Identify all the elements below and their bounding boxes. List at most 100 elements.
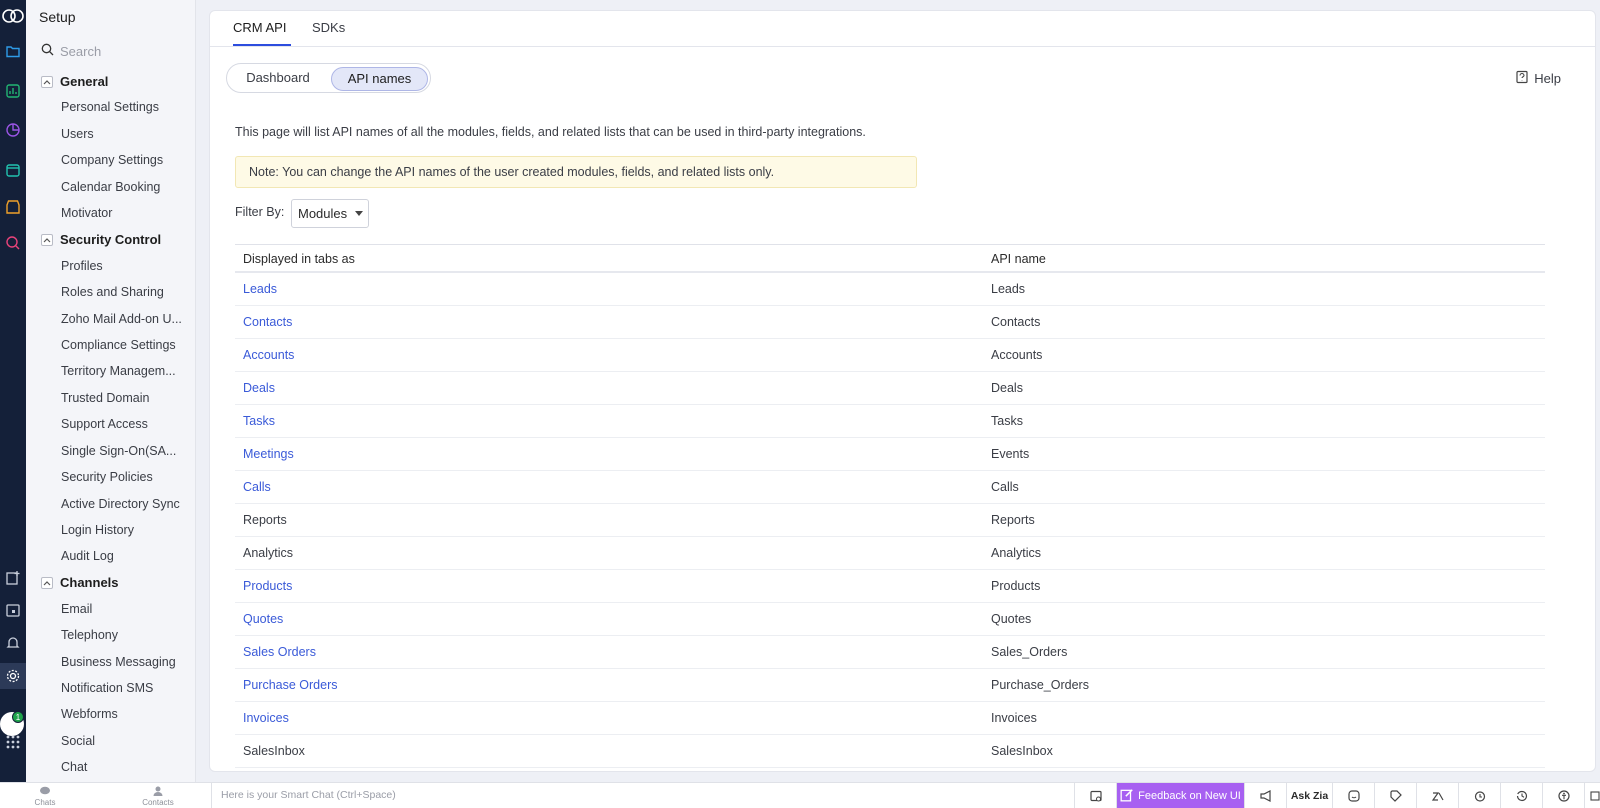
sidebar-group-general[interactable]: General: [41, 74, 108, 89]
sidebar-item-single-sign-on[interactable]: Single Sign-On(SA...: [61, 444, 191, 458]
module-link[interactable]: Accounts: [243, 348, 294, 362]
sidebar-search[interactable]: Search: [41, 43, 101, 59]
bell-icon[interactable]: [3, 633, 23, 653]
app-rail: 1: [0, 0, 26, 782]
sidebar-item-webforms[interactable]: Webforms: [61, 707, 191, 721]
zoho-logo-icon[interactable]: [1, 6, 25, 26]
add-note-icon[interactable]: [3, 568, 23, 588]
api-name-cell: Quotes: [991, 612, 1032, 626]
sidebar-item-business-messaging[interactable]: Business Messaging: [61, 655, 191, 669]
tag-icon[interactable]: [1374, 783, 1416, 808]
settings-gear-icon[interactable]: [0, 663, 26, 689]
sidebar-group-security-control[interactable]: Security Control: [41, 232, 161, 247]
chevron-up-icon: [41, 233, 53, 246]
bottom-calendar-icon[interactable]: [1074, 783, 1116, 808]
contacts-button[interactable]: Contacts: [140, 783, 176, 808]
table-row: Analytics Analytics: [235, 537, 1545, 570]
sidebar-item-email[interactable]: Email: [61, 602, 191, 616]
smart-chat-input[interactable]: Here is your Smart Chat (Ctrl+Space): [211, 783, 1074, 808]
module-link[interactable]: Invoices: [243, 711, 289, 725]
sidebar-item-notification-sms[interactable]: Notification SMS: [61, 681, 191, 695]
ask-zia-button[interactable]: Ask Zia: [1286, 783, 1332, 808]
tab-crm-api[interactable]: CRM API: [233, 20, 286, 35]
history-icon[interactable]: [1500, 783, 1542, 808]
more-icon[interactable]: [1584, 783, 1600, 808]
sidebar-item-territory-management[interactable]: Territory Managem...: [61, 364, 191, 378]
accessibility-icon[interactable]: [1542, 783, 1584, 808]
table-row: Accounts Accounts: [235, 339, 1545, 372]
sidebar-item-compliance-settings[interactable]: Compliance Settings: [61, 338, 191, 352]
chat-bubble-icon: [39, 786, 51, 798]
table-header: Displayed in tabs as API name: [235, 244, 1545, 273]
folder-icon[interactable]: [3, 41, 23, 61]
sidebar-item-users[interactable]: Users: [61, 127, 191, 141]
sidebar-item-social[interactable]: Social: [61, 734, 191, 748]
sidebar-item-login-history[interactable]: Login History: [61, 523, 191, 537]
chevron-up-icon: [41, 576, 53, 589]
sidebar-item-company-settings[interactable]: Company Settings: [61, 153, 191, 167]
module-link[interactable]: Sales Orders: [243, 645, 316, 659]
module-name: SalesInbox: [243, 744, 305, 758]
module-link[interactable]: Purchase Orders: [243, 678, 337, 692]
help-button[interactable]: Help: [1515, 70, 1561, 87]
table-row: Calls Calls: [235, 471, 1545, 504]
main-panel: CRM API SDKs Dashboard API names Help Th…: [209, 10, 1596, 772]
announcement-megaphone-icon[interactable]: [1244, 783, 1286, 808]
module-link[interactable]: Deals: [243, 381, 275, 395]
bottom-toolbar: Feedback on New UI Ask Zia: [1074, 783, 1600, 808]
module-link[interactable]: Contacts: [243, 315, 292, 329]
tab-sdks[interactable]: SDKs: [312, 20, 345, 35]
chevron-up-icon: [41, 75, 53, 88]
feedback-button[interactable]: Feedback on New UI: [1116, 783, 1244, 808]
reports-icon[interactable]: [3, 81, 23, 101]
sidebar-item-chat[interactable]: Chat: [61, 760, 191, 774]
apps-grid-icon[interactable]: [3, 732, 23, 752]
dashboard-toggle-button[interactable]: Dashboard: [231, 67, 325, 91]
zia-logo-icon[interactable]: [1416, 783, 1458, 808]
sidebar-item-motivator[interactable]: Motivator: [61, 206, 191, 220]
module-link[interactable]: Leads: [243, 282, 277, 296]
column-header-display: Displayed in tabs as: [243, 252, 355, 266]
info-note: Note: You can change the API names of th…: [235, 156, 917, 188]
sidebar-item-audit-log[interactable]: Audit Log: [61, 549, 191, 563]
store-icon[interactable]: [3, 197, 23, 217]
module-link[interactable]: Calls: [243, 480, 271, 494]
module-link[interactable]: Meetings: [243, 447, 294, 461]
tab-bar: CRM API SDKs: [210, 11, 1595, 47]
setup-sidebar: Setup Search General Personal Settings U…: [26, 0, 196, 782]
sidebar-item-personal-settings[interactable]: Personal Settings: [61, 100, 191, 114]
zia-bot-icon[interactable]: [1332, 783, 1374, 808]
table-row: Contacts Contacts: [235, 306, 1545, 339]
sidebar-item-security-policies[interactable]: Security Policies: [61, 470, 191, 484]
alarm-clock-icon[interactable]: [1458, 783, 1500, 808]
sidebar-item-support-access[interactable]: Support Access: [61, 417, 191, 431]
filter-dropdown[interactable]: Modules: [291, 199, 369, 228]
search-zia-icon[interactable]: [3, 233, 23, 253]
api-name-cell: Accounts: [991, 348, 1043, 362]
sidebar-item-active-directory-sync[interactable]: Active Directory Sync: [61, 497, 191, 511]
calendar-icon[interactable]: [3, 600, 23, 620]
sidebar-item-telephony[interactable]: Telephony: [61, 628, 191, 642]
module-link[interactable]: Quotes: [243, 612, 283, 626]
sidebar-item-trusted-domain[interactable]: Trusted Domain: [61, 391, 191, 405]
module-name: Analytics: [243, 546, 294, 560]
module-link[interactable]: Products: [243, 579, 292, 593]
column-header-api-name: API name: [991, 252, 1046, 266]
sidebar-item-profiles[interactable]: Profiles: [61, 259, 191, 273]
chats-button[interactable]: Chats: [30, 783, 60, 808]
sidebar-group-channels[interactable]: Channels: [41, 575, 119, 590]
sidebar-item-zoho-mail-addon[interactable]: Zoho Mail Add-on U...: [61, 312, 191, 326]
filter-label: Filter By:: [235, 205, 285, 219]
calendar-edit-icon[interactable]: [3, 160, 23, 180]
analytics-pie-icon[interactable]: [3, 120, 23, 140]
search-input[interactable]: Search: [60, 44, 101, 59]
table-row: Sales Orders Sales_Orders: [235, 636, 1545, 669]
sidebar-item-calendar-booking[interactable]: Calendar Booking: [61, 180, 191, 194]
api-names-toggle-button[interactable]: API names: [331, 67, 428, 91]
table-row: Deals Deals: [235, 372, 1545, 405]
module-link[interactable]: Tasks: [243, 414, 275, 428]
sidebar-item-roles-and-sharing[interactable]: Roles and Sharing: [61, 285, 191, 299]
table-row: Invoices Invoices: [235, 702, 1545, 735]
edit-pencil-icon: [1120, 788, 1134, 805]
api-name-cell: Sales_Orders: [991, 645, 1068, 659]
